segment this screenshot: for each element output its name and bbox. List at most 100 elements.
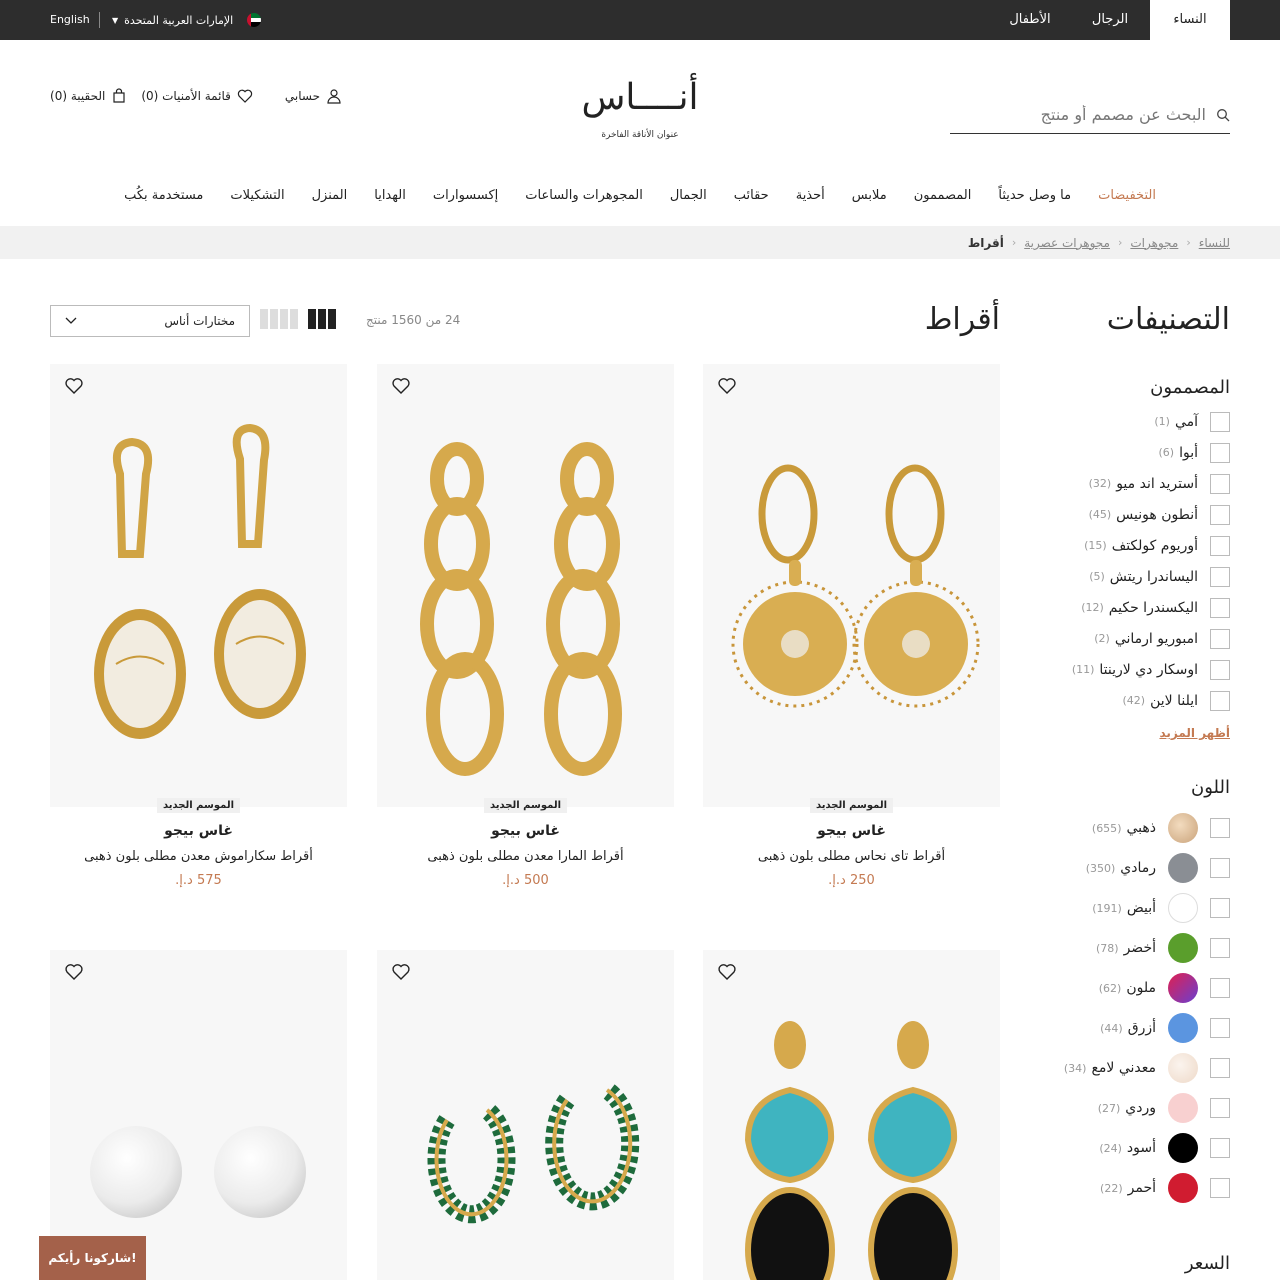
heart-icon[interactable] (717, 962, 737, 982)
product-brand[interactable]: غاس بيجو (50, 823, 347, 839)
product-image[interactable] (50, 364, 347, 807)
color-filter-option[interactable]: أخضر (78) (1055, 928, 1230, 968)
color-filter-option[interactable]: أزرق (44) (1055, 1008, 1230, 1048)
product-card[interactable]: الموسم الجديد غاس بيجو أقراط المارا معدن… (377, 364, 674, 888)
product-image[interactable] (703, 950, 1000, 1280)
heart-icon[interactable] (64, 376, 84, 396)
region-selector[interactable]: ▼ الإمارات العربية المتحدة (112, 0, 262, 40)
checkbox[interactable] (1210, 1138, 1230, 1158)
language-switch[interactable]: English (50, 0, 90, 40)
designer-filter-option[interactable]: اليكسندرا حكيم (12) (1055, 592, 1230, 623)
heart-icon[interactable] (391, 376, 411, 396)
checkbox[interactable] (1210, 628, 1230, 649)
checkbox[interactable] (1210, 858, 1230, 878)
sort-dropdown[interactable]: مختارات أناس (50, 305, 250, 337)
product-name[interactable]: أقراط المارا معدن مطلى بلون ذهبى (377, 849, 674, 864)
product-name[interactable]: أقراط سكاراموش معدن مطلى بلون ذهبى (50, 849, 347, 864)
nav-item-clothing[interactable]: ملابس (852, 188, 887, 203)
color-filter-option[interactable]: معدني لامع (34) (1055, 1048, 1230, 1088)
color-filter-option[interactable]: أبيض (191) (1055, 888, 1230, 928)
checkbox[interactable] (1210, 659, 1230, 680)
product-image[interactable] (50, 950, 347, 1280)
product-card[interactable] (377, 950, 674, 1280)
breadcrumb-jewelry[interactable]: مجوهرات (1130, 236, 1178, 250)
designer-filter-option[interactable]: أبوا (6) (1055, 437, 1230, 468)
designer-filter-option[interactable]: أوريوم كولكتف (15) (1055, 530, 1230, 561)
filter-label: أزرق (1127, 1020, 1156, 1036)
checkbox[interactable] (1210, 442, 1230, 463)
checkbox[interactable] (1210, 978, 1230, 998)
feedback-button[interactable]: شاركونا رأيكم! (39, 1236, 146, 1280)
product-image[interactable] (703, 364, 1000, 807)
grid-4-icon[interactable] (260, 309, 298, 329)
checkbox[interactable] (1210, 898, 1230, 918)
color-filter-option[interactable]: أسود (24) (1055, 1128, 1230, 1168)
nav-item-preloved[interactable]: مستخدمة بكُب (124, 188, 203, 203)
checkbox[interactable] (1210, 597, 1230, 618)
designer-filter-option[interactable]: امبوريو ارماني (2) (1055, 623, 1230, 654)
designer-filter-option[interactable]: اليساندرا ريتش (5) (1055, 561, 1230, 592)
checkbox[interactable] (1210, 504, 1230, 525)
wishlist-label: قائمة الأمنيات (0) (141, 89, 231, 103)
checkbox[interactable] (1210, 1098, 1230, 1118)
logo[interactable]: أنــــاس عنوان الأناقة الفاخرة (560, 76, 720, 140)
search-input[interactable] (966, 105, 1206, 124)
grid-3-icon[interactable] (308, 309, 336, 329)
nav-item-new-in[interactable]: ما وصل حديثاً (998, 188, 1071, 203)
heart-icon[interactable] (64, 962, 84, 982)
checkbox[interactable] (1210, 938, 1230, 958)
nav-item-jewelry[interactable]: المجوهرات والساعات (525, 188, 643, 203)
product-card[interactable] (50, 950, 347, 1280)
designer-filter-option[interactable]: آمي (1) (1055, 406, 1230, 437)
nav-item-designers[interactable]: المصممون (914, 188, 972, 203)
product-image[interactable] (377, 950, 674, 1280)
nav-item-bags[interactable]: حقائب (734, 188, 769, 203)
divider (99, 12, 100, 28)
nav-item-home[interactable]: المنزل (312, 188, 348, 203)
color-filter-option[interactable]: أحمر (22) (1055, 1168, 1230, 1208)
designer-filter-option[interactable]: أنطون هونيس (45) (1055, 499, 1230, 530)
product-card[interactable]: الموسم الجديد غاس بيجو أقراط تاى نحاس مط… (703, 364, 1000, 888)
checkbox[interactable] (1210, 690, 1230, 711)
breadcrumb-fashion-jewelry[interactable]: مجوهرات عصرية (1024, 236, 1110, 250)
nav-item-collections[interactable]: التشكيلات (230, 188, 284, 203)
designer-filter-option[interactable]: أستريد اند ميو (32) (1055, 468, 1230, 499)
product-card[interactable] (703, 950, 1000, 1280)
product-card[interactable]: الموسم الجديد غاس بيجو أقراط سكاراموش مع… (50, 364, 347, 888)
nav-item-accessories[interactable]: إكسسوارات (433, 188, 498, 203)
checkbox[interactable] (1210, 818, 1230, 838)
search-icon[interactable] (1216, 108, 1230, 122)
color-swatch (1168, 893, 1198, 923)
tab-women[interactable]: النساء (1150, 0, 1230, 40)
show-more-link[interactable]: أظهر المزيد (1055, 726, 1230, 740)
designer-filter-option[interactable]: ايلنا لاين (42) (1055, 685, 1230, 716)
bag-button[interactable]: الحقيبة (0) (50, 88, 127, 104)
tab-kids[interactable]: الأطفال (992, 0, 1068, 40)
heart-icon[interactable] (717, 376, 737, 396)
nav-item-shoes[interactable]: أحذية (796, 188, 825, 203)
color-filter-option[interactable]: وردي (27) (1055, 1088, 1230, 1128)
designer-filter-option[interactable]: اوسكار دي لارينتا (11) (1055, 654, 1230, 685)
nav-item-gifts[interactable]: الهدايا (374, 188, 406, 203)
checkbox[interactable] (1210, 1018, 1230, 1038)
checkbox[interactable] (1210, 535, 1230, 556)
wishlist-button[interactable]: قائمة الأمنيات (0) (141, 88, 253, 104)
checkbox[interactable] (1210, 1058, 1230, 1078)
product-brand[interactable]: غاس بيجو (377, 823, 674, 839)
account-button[interactable]: حسابي (285, 88, 342, 104)
color-filter-option[interactable]: ملون (62) (1055, 968, 1230, 1008)
checkbox[interactable] (1210, 411, 1230, 432)
color-filter-option[interactable]: رمادي (350) (1055, 848, 1230, 888)
product-image[interactable] (377, 364, 674, 807)
checkbox[interactable] (1210, 566, 1230, 587)
checkbox[interactable] (1210, 473, 1230, 494)
color-filter-option[interactable]: ذهبي (655) (1055, 808, 1230, 848)
product-name[interactable]: أقراط تاى نحاس مطلى بلون ذهبى (703, 849, 1000, 864)
checkbox[interactable] (1210, 1178, 1230, 1198)
tab-men[interactable]: الرجال (1072, 0, 1148, 40)
nav-item-beauty[interactable]: الجمال (670, 188, 707, 203)
heart-icon[interactable] (391, 962, 411, 982)
nav-item-sale[interactable]: التخفيضات (1098, 188, 1156, 203)
breadcrumb-women[interactable]: للنساء (1199, 236, 1230, 250)
product-brand[interactable]: غاس بيجو (703, 823, 1000, 839)
